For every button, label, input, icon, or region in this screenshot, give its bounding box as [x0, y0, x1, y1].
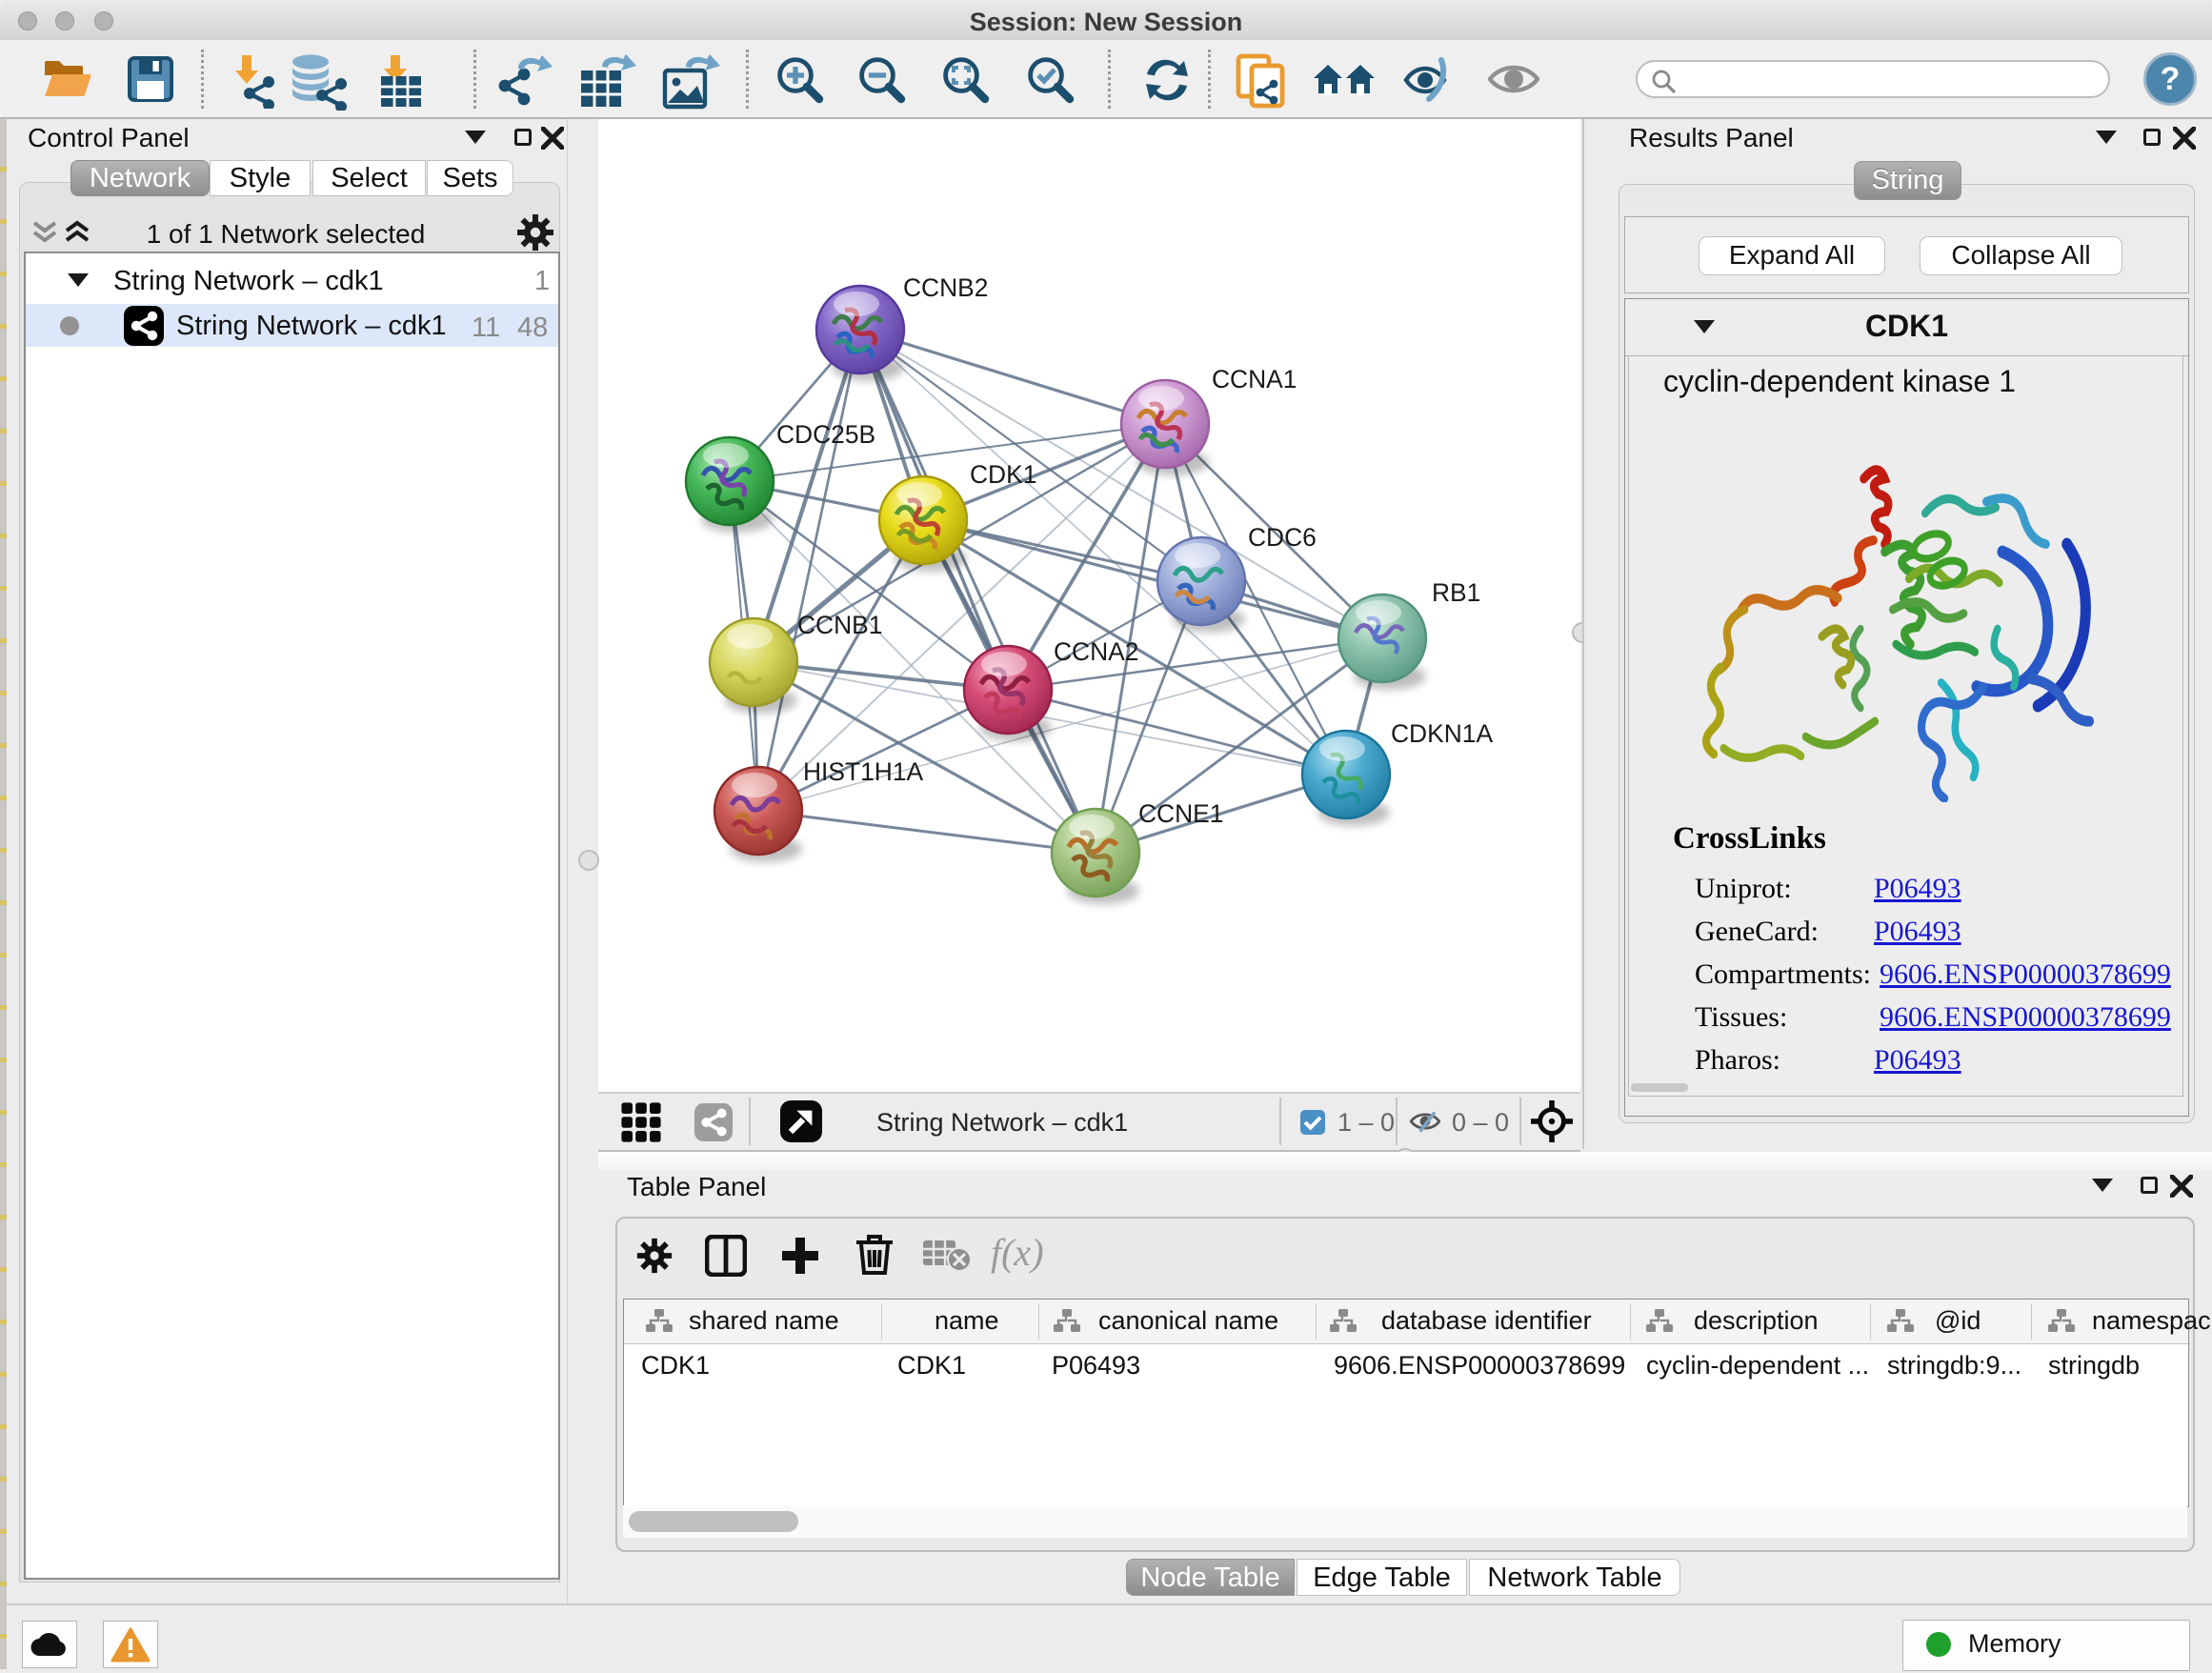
svg-text:CCNB1: CCNB1 — [797, 611, 882, 639]
svg-text:CCNB2: CCNB2 — [903, 273, 988, 302]
svg-text:HIST1H1A: HIST1H1A — [803, 757, 924, 786]
svg-text:CCNE1: CCNE1 — [1138, 799, 1223, 828]
svg-text:CDK1: CDK1 — [970, 460, 1036, 489]
svg-text:CCNA1: CCNA1 — [1212, 365, 1297, 393]
svg-text:RB1: RB1 — [1432, 578, 1480, 607]
svg-text:CCNA2: CCNA2 — [1054, 637, 1138, 666]
svg-text:CDC6: CDC6 — [1248, 523, 1317, 552]
svg-text:CDC25B: CDC25B — [776, 420, 875, 449]
svg-text:CDKN1A: CDKN1A — [1391, 719, 1493, 748]
